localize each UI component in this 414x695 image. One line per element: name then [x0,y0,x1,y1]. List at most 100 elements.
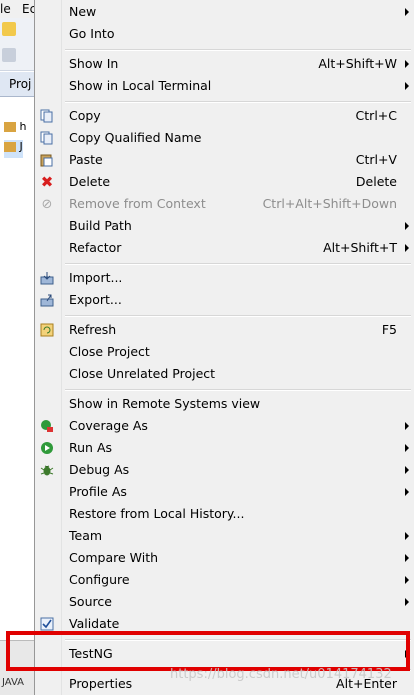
menu-item-label: Close Project [69,344,150,359]
menu-item-export[interactable]: Export... [35,289,414,311]
menu-item-close-unrelated-project[interactable]: Close Unrelated Project [35,363,414,385]
project-explorer-tab[interactable]: Proj [0,72,34,97]
menu-item-label: Show in Remote Systems view [69,396,261,411]
menu-item-coverage-as[interactable]: Coverage As [35,415,414,437]
menu-item-import[interactable]: Import... [35,267,414,289]
refresh-icon [39,322,55,338]
menu-item-profile-as[interactable]: Profile As [35,481,414,503]
menu-item-label: Source [69,594,112,609]
submenu-arrow-icon [405,554,409,562]
submenu-arrow-icon [405,466,409,474]
submenu-arrow-icon [405,82,409,90]
submenu-arrow-icon [405,576,409,584]
menu-item-shortcut: Ctrl+V [355,152,397,167]
project-folder-icon [4,142,16,152]
submenu-arrow-icon [405,488,409,496]
menu-item-refactor[interactable]: Refactor Alt+Shift+T [35,237,414,259]
submenu-arrow-icon [405,422,409,430]
menu-item-copy-qualified-name[interactable]: Copy Qualified Name [35,127,414,149]
delete-icon: ✖ [40,173,54,191]
ide-toolbar [0,18,34,71]
debug-bug-icon [39,462,55,478]
menu-item-shortcut: Ctrl+C [355,108,397,123]
submenu-arrow-icon [405,444,409,452]
menu-item-label: Copy [69,108,101,123]
toolbar-button-icon[interactable] [2,48,16,62]
project-explorer-tab-label: Proj [9,77,32,91]
menu-item-label: Refactor [69,240,122,255]
menu-item-label: Copy Qualified Name [69,130,202,145]
tree-item-label: h [19,120,27,133]
menu-item-new[interactable]: New [35,1,414,23]
menu-item-label: New [69,4,97,19]
submenu-arrow-icon [405,532,409,540]
menu-item-label: Team [69,528,103,543]
menu-item-source[interactable]: Source [35,591,414,613]
menu-item-go-into[interactable]: Go Into [35,23,414,45]
coverage-icon [39,418,55,434]
menu-item-label: Validate [69,616,120,631]
menu-item-team[interactable]: Team [35,525,414,547]
menu-item-label: Remove from Context [69,196,206,211]
menu-item-show-in-remote-systems-view[interactable]: Show in Remote Systems view [35,393,414,415]
menu-item-close-project[interactable]: Close Project [35,341,414,363]
submenu-arrow-icon [405,222,409,230]
menu-item-paste[interactable]: Paste Ctrl+V [35,149,414,171]
menu-item-remove-from-context[interactable]: ⊘ Remove from Context Ctrl+Alt+Shift+Dow… [35,193,414,215]
menu-item-configure[interactable]: Configure [35,569,414,591]
menu-item-delete[interactable]: ✖ Delete Delete [35,171,414,193]
menu-item-build-path[interactable]: Build Path [35,215,414,237]
submenu-arrow-icon [405,598,409,606]
menu-item-label: Debug As [69,462,130,477]
watermark-text: https://blog.csdn.net/u014174132 [170,667,392,682]
menu-item-label: Configure [69,572,130,587]
menu-item-debug-as[interactable]: Debug As [35,459,414,481]
menu-item-label: Import... [69,270,123,285]
validate-check-icon [39,616,55,632]
menu-separator [65,389,411,391]
menu-item-label: Go Into [69,26,115,41]
menu-item-refresh[interactable]: Refresh F5 [35,319,414,341]
tree-item-selected[interactable]: J [4,140,23,158]
ide-menubar: le Ec [0,0,34,18]
menubar-file-menu[interactable]: le [0,2,11,16]
project-folder-icon [4,122,16,132]
menu-separator [65,101,411,103]
menu-item-restore-from-local-history[interactable]: Restore from Local History... [35,503,414,525]
testng-highlight-box [6,631,410,671]
menu-item-shortcut: F5 [381,322,397,337]
menu-item-run-as[interactable]: Run As [35,437,414,459]
menu-item-label: Show In [69,56,119,71]
menu-separator [65,49,411,51]
submenu-arrow-icon [405,244,409,252]
menu-separator [65,263,411,265]
paste-icon [39,152,55,168]
menu-item-label: Profile As [69,484,127,499]
copy-icon [39,108,55,124]
remove-from-context-icon: ⊘ [41,196,53,212]
menu-item-shortcut: Ctrl+Alt+Shift+Down [262,196,397,211]
menu-item-label: Export... [69,292,122,307]
menu-item-compare-with[interactable]: Compare With [35,547,414,569]
new-file-icon[interactable] [2,22,16,36]
tree-item[interactable]: h [4,120,26,138]
menu-item-label: Show in Local Terminal [69,78,212,93]
menubar-edit-menu[interactable]: Ec [22,2,34,16]
menu-item-copy[interactable]: Copy Ctrl+C [35,105,414,127]
menu-item-show-in[interactable]: Show In Alt+Shift+W [35,53,414,75]
menu-item-shortcut: Delete [355,174,397,189]
import-icon [39,270,55,286]
menu-item-label: Run As [69,440,113,455]
tree-item-label: J [19,140,23,153]
menu-item-label: Coverage As [69,418,148,433]
menu-item-label: Build Path [69,218,132,233]
menu-item-shortcut: Alt+Shift+T [323,240,397,255]
submenu-arrow-icon [405,60,409,68]
submenu-arrow-icon [405,8,409,16]
menu-item-show-in-local-terminal[interactable]: Show in Local Terminal [35,75,414,97]
menu-item-label: Paste [69,152,103,167]
menu-item-label: Properties [69,676,133,691]
export-icon [39,292,55,308]
menu-item-label: Refresh [69,322,117,337]
menu-item-label: Delete [69,174,111,189]
